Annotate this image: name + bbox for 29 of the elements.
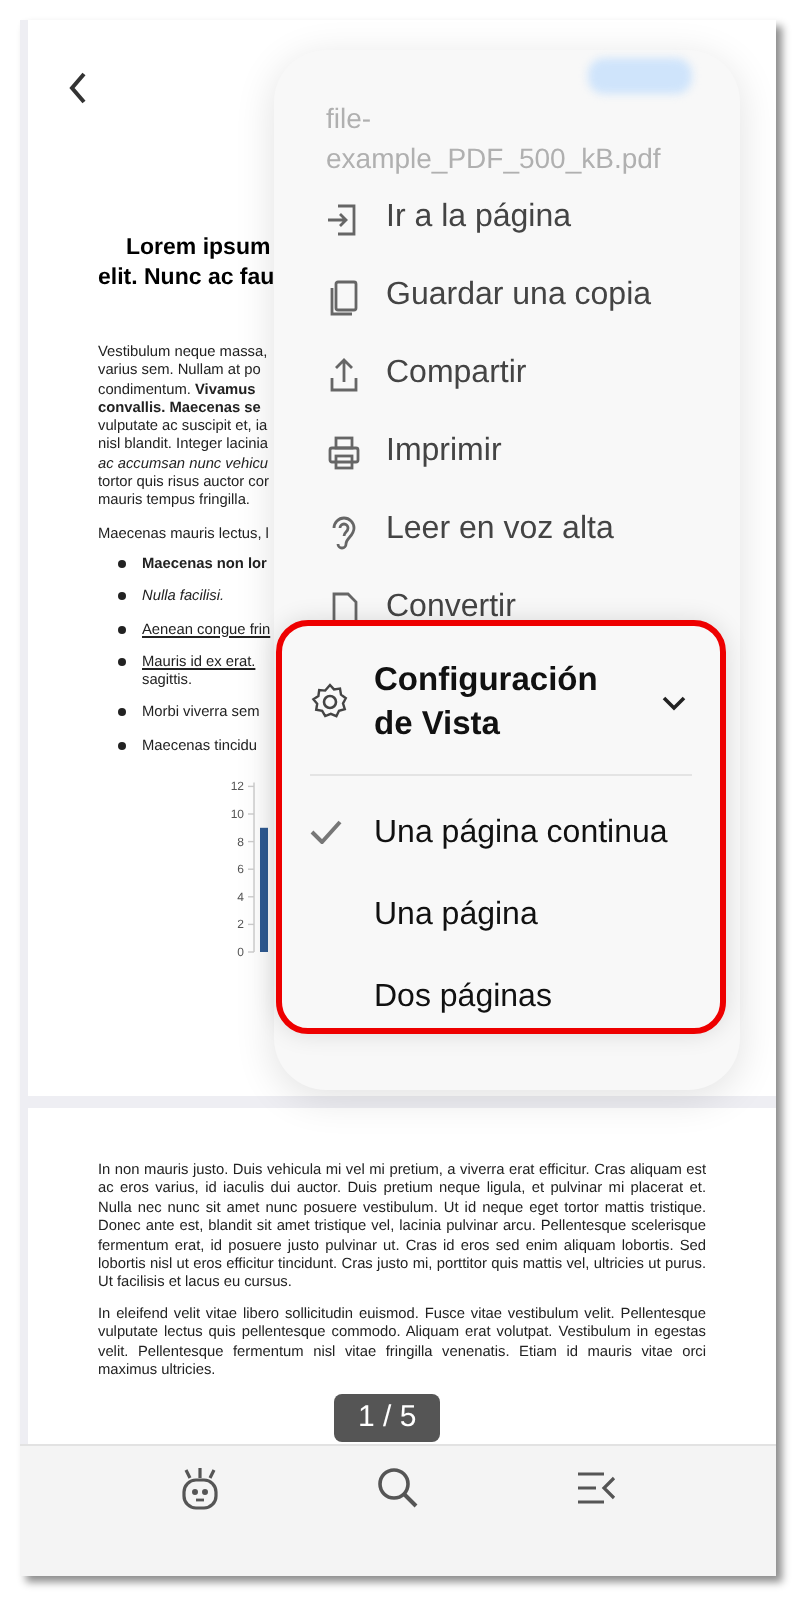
share-icon <box>326 355 362 393</box>
page-indicator: 1 / 5 <box>334 1394 441 1442</box>
menu-item[interactable]: Leer en voz alta <box>326 510 614 550</box>
bullet-icon <box>118 592 126 601</box>
menu-item[interactable]: Ir a la página <box>326 198 572 238</box>
view-option[interactable]: Una página <box>282 894 566 938</box>
search-icon[interactable] <box>375 1466 420 1510</box>
check-icon <box>310 820 342 844</box>
bullet-icon <box>118 741 126 750</box>
settings-icon <box>310 682 350 722</box>
bullet-icon <box>118 559 126 568</box>
menu-item[interactable]: Guardar una copia <box>326 276 652 316</box>
robot-icon[interactable] <box>177 1466 222 1510</box>
outline-icon[interactable] <box>574 1466 619 1510</box>
menu-item[interactable]: Compartir <box>326 354 527 394</box>
printer-icon <box>326 433 362 471</box>
chart-bar <box>260 827 268 952</box>
menu-item[interactable]: Imprimir <box>326 432 502 472</box>
bullet-icon <box>118 657 126 666</box>
file-name: file-example_PDF_500_kB.pdf <box>326 100 663 178</box>
bullet-icon <box>118 625 126 634</box>
bullet-icon <box>118 708 126 717</box>
document-title: elit. Nunc ac fau <box>98 264 275 294</box>
view-settings-header[interactable]: Configuración de Vista <box>282 626 720 774</box>
view-option[interactable]: Una página continua <box>282 812 696 856</box>
back-icon <box>68 72 88 104</box>
view-option[interactable]: Dos páginas <box>282 976 580 1020</box>
copy-icon <box>326 277 362 315</box>
document-title: Lorem ipsum <box>126 234 271 264</box>
